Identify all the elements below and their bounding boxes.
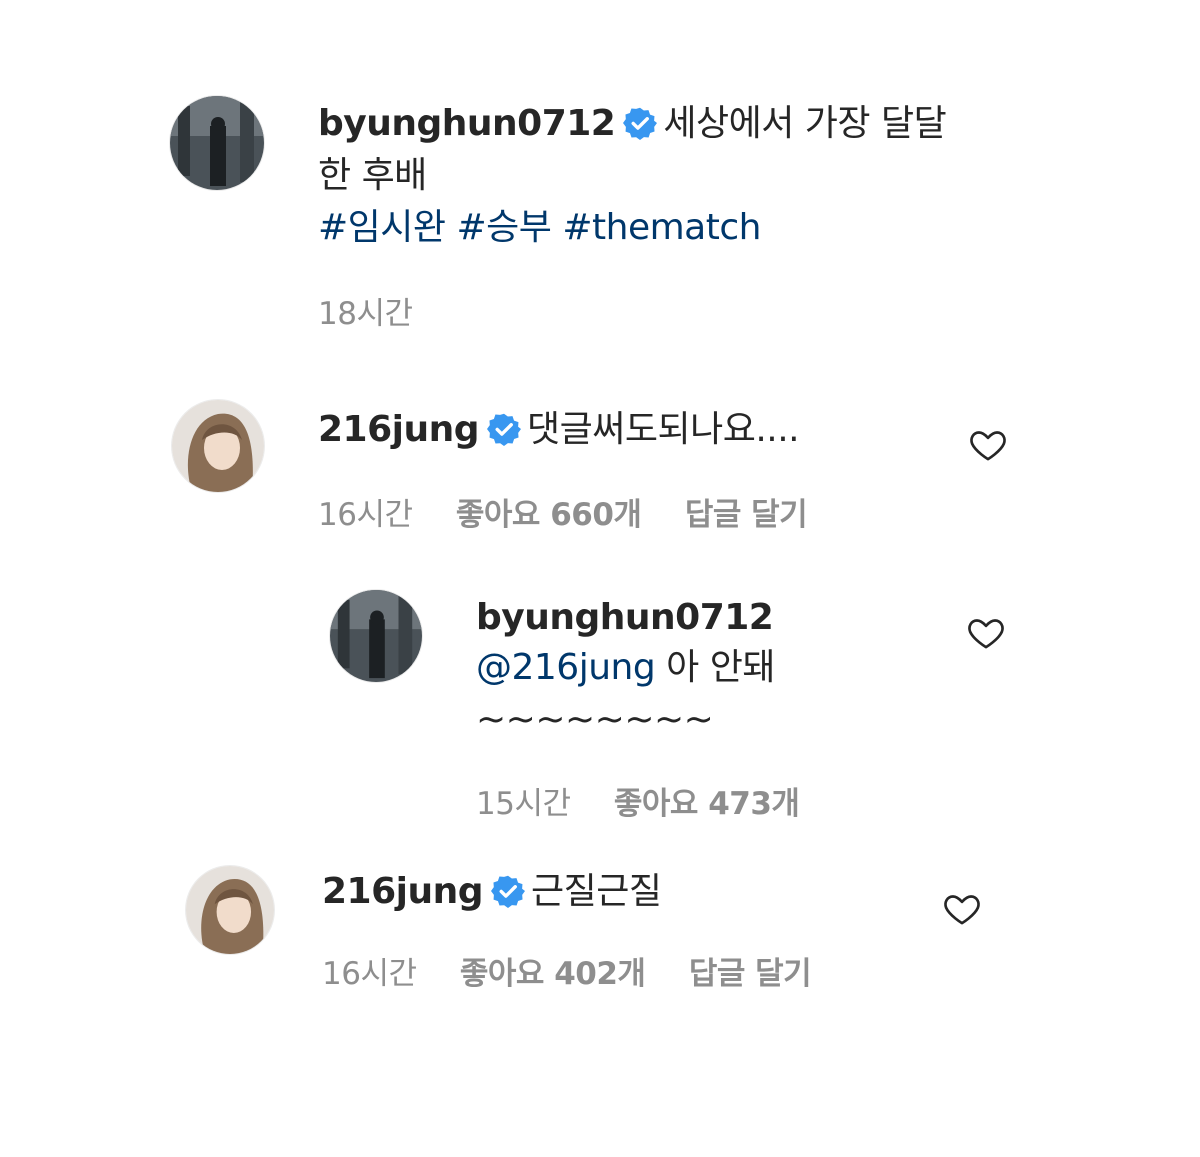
reply-time[interactable]: 15시간 [476,782,571,826]
comment-1-likes[interactable]: 좋아요 660개 [456,493,642,537]
hashtag-link[interactable]: #임시완 [318,207,446,248]
reply-text: 아 안돼 [666,647,775,688]
hashtag-link[interactable]: #thematch [562,207,761,248]
comment-1-like-heart-icon[interactable] [968,425,1008,465]
comment-2-meta: 16시간 좋아요 402개 답글 달기 [322,952,812,996]
verified-badge-icon [491,874,526,908]
verified-badge-icon [623,106,658,140]
comment-2-likes[interactable]: 좋아요 402개 [460,952,646,996]
reply-text-line2: ~~~~~~~~ [476,694,714,746]
comment-1-meta: 16시간 좋아요 660개 답글 달기 [318,493,808,537]
hashtag-link[interactable]: #승부 [456,207,551,248]
avatar-byunghun0712-reply[interactable] [330,590,422,682]
comment-2-time[interactable]: 16시간 [322,952,417,996]
comment-1-text: 댓글써도되나요.... [527,409,800,450]
post-time[interactable]: 18시간 [318,292,413,336]
comment-1-body: 216jung 댓글써도되나요.... [318,404,800,456]
comment-1-username[interactable]: 216jung [318,409,480,450]
comment-2-text: 근질근질 [531,871,662,912]
reply-like-heart-icon[interactable] [966,613,1006,653]
post-caption-text-2: 한 후배 [318,155,427,196]
post-meta: 18시간 [318,292,413,336]
reply-text-line1: @216jung 아 안돼 [476,642,775,694]
comment-2-body: 216jung 근질근질 [322,866,662,918]
reply-text-2: ~~~~~~~~ [476,699,714,740]
reply-username-line: byunghun0712 [476,592,774,644]
post-caption-text: 세상에서 가장 달달 [663,103,947,144]
post-username[interactable]: byunghun0712 [318,103,616,144]
reply-mention-link[interactable]: @216jung [476,647,656,688]
avatar-216jung-2[interactable] [186,866,274,954]
comment-2-like-heart-icon[interactable] [942,889,982,929]
avatar-byunghun0712[interactable] [170,96,264,190]
comment-1-time[interactable]: 16시간 [318,493,413,537]
comment-2-username[interactable]: 216jung [322,871,484,912]
comment-1-reply-button[interactable]: 답글 달기 [685,493,808,537]
avatar-image [170,96,264,190]
avatar-image [330,590,422,682]
avatar-image [186,866,274,954]
avatar-image [172,400,264,492]
reply-meta: 15시간 좋아요 473개 [476,782,800,826]
post-hashtags: #임시완 #승부 #thematch [318,202,761,254]
avatar-216jung[interactable] [172,400,264,492]
post-caption-line1: byunghun0712 세상에서 가장 달달 [318,98,947,150]
verified-badge-icon [487,412,522,446]
reply-likes[interactable]: 좋아요 473개 [614,782,800,826]
reply-username[interactable]: byunghun0712 [476,597,774,638]
comment-2-reply-button[interactable]: 답글 달기 [689,952,812,996]
post-caption-line2: 한 후배 [318,150,427,202]
